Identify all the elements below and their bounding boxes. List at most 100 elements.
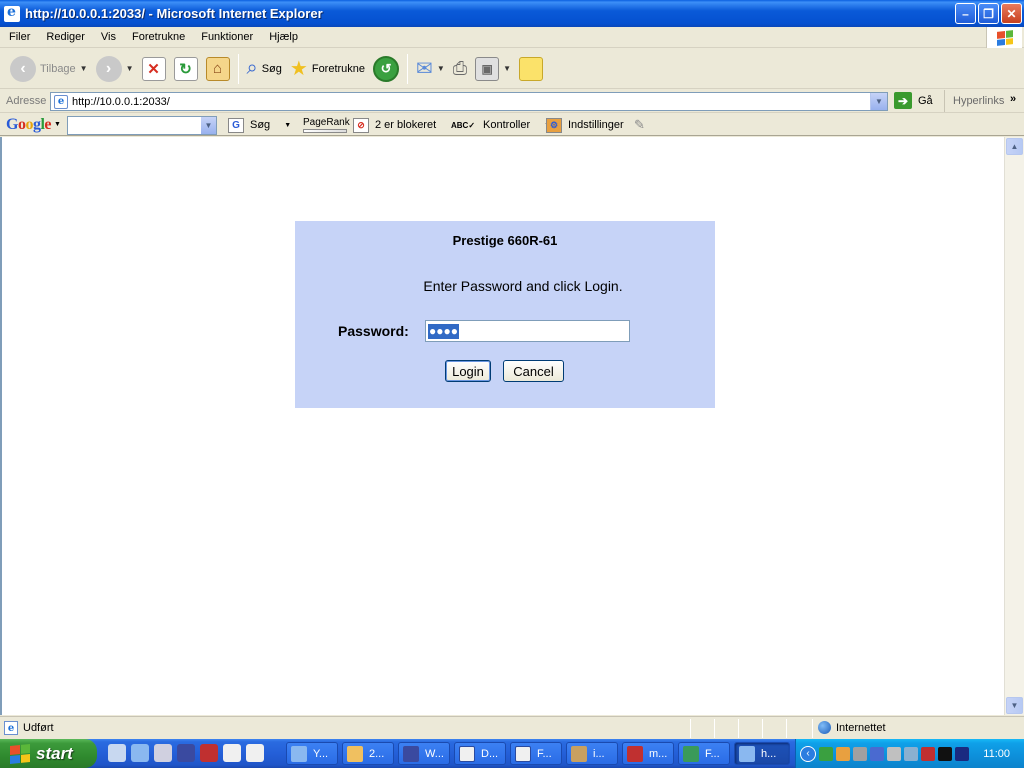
- google-g-icon: G: [228, 117, 244, 133]
- stop-button[interactable]: ✕: [138, 52, 170, 86]
- taskbar-button[interactable]: i...: [566, 742, 618, 765]
- menu-tools[interactable]: Funktioner: [192, 31, 260, 43]
- address-dropdown-icon[interactable]: ▼: [870, 93, 887, 110]
- mail-button[interactable]: ✉ ▼: [412, 52, 449, 86]
- window-title: http://10.0.0.1:2033/ - Microsoft Intern…: [25, 6, 323, 21]
- password-input[interactable]: ●●●●: [425, 320, 630, 342]
- clock[interactable]: 11:00: [983, 748, 1010, 760]
- google-search-button[interactable]: G Søg ▼: [228, 114, 291, 136]
- menu-file[interactable]: Filer: [0, 31, 37, 43]
- tray-icon[interactable]: [887, 746, 901, 761]
- refresh-button[interactable]: ↻: [170, 52, 202, 86]
- vertical-scrollbar[interactable]: ▲ ▼: [1004, 137, 1024, 715]
- login-instruction: Enter Password and click Login.: [423, 278, 623, 294]
- notes-button[interactable]: [515, 52, 547, 86]
- menu-favorites[interactable]: Foretrukne: [123, 31, 192, 43]
- status-separator: [812, 719, 813, 738]
- popup-blocker[interactable]: ⊘ 2 er blokeret: [353, 114, 436, 136]
- chevron-down-icon[interactable]: ▼: [54, 121, 61, 128]
- menu-help[interactable]: Hjælp: [260, 31, 305, 43]
- taskbar-button[interactable]: D...: [454, 742, 506, 765]
- login-panel: Prestige 660R-61 Enter Password and clic…: [295, 221, 715, 408]
- scroll-up-icon[interactable]: ▲: [1006, 138, 1023, 155]
- page-icon: e: [4, 721, 18, 735]
- history-icon: ↺: [373, 55, 400, 82]
- history-button[interactable]: ↺: [369, 52, 403, 86]
- quicklaunch-settings-icon[interactable]: [108, 744, 126, 762]
- taskbar-button[interactable]: F...: [678, 742, 730, 765]
- cancel-button[interactable]: Cancel: [503, 360, 564, 382]
- home-icon: ⌂: [205, 56, 230, 81]
- title-bar[interactable]: http://10.0.0.1:2033/ - Microsoft Intern…: [0, 0, 1024, 27]
- favorites-button[interactable]: ★ Foretrukne: [286, 52, 369, 86]
- forward-button[interactable]: › ▼: [92, 52, 138, 86]
- print-button[interactable]: ⎙: [449, 52, 471, 86]
- address-url[interactable]: http://10.0.0.1:2033/: [72, 96, 170, 108]
- search-dropdown-icon[interactable]: ▼: [201, 117, 216, 134]
- login-button[interactable]: Login: [445, 360, 491, 382]
- quicklaunch-ie-icon[interactable]: [131, 744, 149, 762]
- taskbar-button[interactable]: W...: [398, 742, 450, 765]
- menu-view[interactable]: Vis: [92, 31, 123, 43]
- quicklaunch-save-icon[interactable]: [177, 744, 195, 762]
- chevron-left-icon[interactable]: ‹: [800, 745, 816, 762]
- double-chevron-right-icon[interactable]: »: [1010, 93, 1016, 105]
- scroll-down-icon[interactable]: ▼: [1006, 697, 1023, 714]
- save-icon: [403, 745, 419, 762]
- taskbar-button[interactable]: 2...: [342, 742, 394, 765]
- tray-icon[interactable]: [904, 746, 918, 761]
- popup-blocker-icon: ⊘: [353, 117, 369, 133]
- minimize-button[interactable]: –: [955, 3, 976, 24]
- status-separator: [690, 719, 691, 738]
- spellcheck-button[interactable]: ABC✓ Kontroller ▼: [451, 114, 551, 136]
- search-button[interactable]: ⌕ Søg: [243, 52, 286, 86]
- quicklaunch-explorer-icon[interactable]: [154, 744, 172, 762]
- taskbar-button[interactable]: m...: [622, 742, 674, 765]
- google-search-input[interactable]: ▼: [67, 116, 217, 135]
- taskbar-button-active[interactable]: h...: [734, 742, 790, 765]
- page-content: Prestige 660R-61 Enter Password and clic…: [0, 137, 1004, 715]
- chevron-down-icon[interactable]: ▼: [80, 64, 88, 73]
- globe-icon: [818, 721, 831, 734]
- toolbar-separator: [407, 53, 409, 84]
- maximize-button[interactable]: ❐: [978, 3, 999, 24]
- tray-icon[interactable]: [938, 746, 952, 761]
- google-toolbar: Google ▼ ▼ G Søg ▼ PageRank ⊘ 2 er bloke…: [0, 114, 1024, 136]
- device-title: Prestige 660R-61: [452, 233, 558, 248]
- settings-button[interactable]: ⚙ Indstillinger: [546, 114, 624, 136]
- status-bar: e Udført Internettet: [0, 716, 1024, 739]
- chevron-down-icon[interactable]: ▼: [126, 64, 134, 73]
- windows-logo-icon: [10, 743, 30, 764]
- taskbar-button[interactable]: Y...: [286, 742, 338, 765]
- status-separator: [762, 719, 763, 738]
- home-button[interactable]: ⌂: [202, 52, 234, 86]
- tray-icon[interactable]: [853, 746, 867, 761]
- address-bar: Adresse e http://10.0.0.1:2033/ ▼ ➔ Gå H…: [0, 90, 1024, 113]
- printer-icon: ⎙: [452, 58, 468, 78]
- quicklaunch-doc-icon[interactable]: [223, 744, 241, 762]
- tray-icon[interactable]: [836, 746, 850, 761]
- taskbar-button[interactable]: F...: [510, 742, 562, 765]
- back-button[interactable]: ‹ Tilbage ▼: [6, 52, 92, 86]
- quicklaunch-app-icon[interactable]: [200, 744, 218, 762]
- sticky-note-icon: [519, 56, 544, 81]
- edit-button[interactable]: ▣ ▼: [471, 52, 515, 86]
- tray-icon[interactable]: [921, 746, 935, 761]
- address-input[interactable]: e http://10.0.0.1:2033/ ▼: [50, 92, 888, 111]
- address-label: Adresse: [6, 95, 47, 107]
- ie-icon: [291, 745, 307, 762]
- tray-icon[interactable]: [870, 746, 884, 761]
- tray-icon[interactable]: [955, 746, 969, 761]
- google-logo[interactable]: Google: [6, 116, 51, 134]
- menu-edit[interactable]: Rediger: [37, 31, 92, 43]
- start-button[interactable]: start: [0, 739, 97, 768]
- links-label[interactable]: Hyperlinks: [944, 90, 1004, 112]
- quicklaunch-doc-icon[interactable]: [246, 744, 264, 762]
- close-button[interactable]: ✕: [1001, 3, 1022, 24]
- stop-icon: ✕: [141, 56, 166, 81]
- system-tray: ‹ 11:00: [795, 739, 1024, 768]
- chevron-down-icon: ▼: [284, 121, 292, 129]
- highlight-button[interactable]: ✎: [634, 114, 645, 136]
- go-button[interactable]: ➔ Gå: [894, 92, 933, 109]
- tray-icon[interactable]: [819, 746, 833, 761]
